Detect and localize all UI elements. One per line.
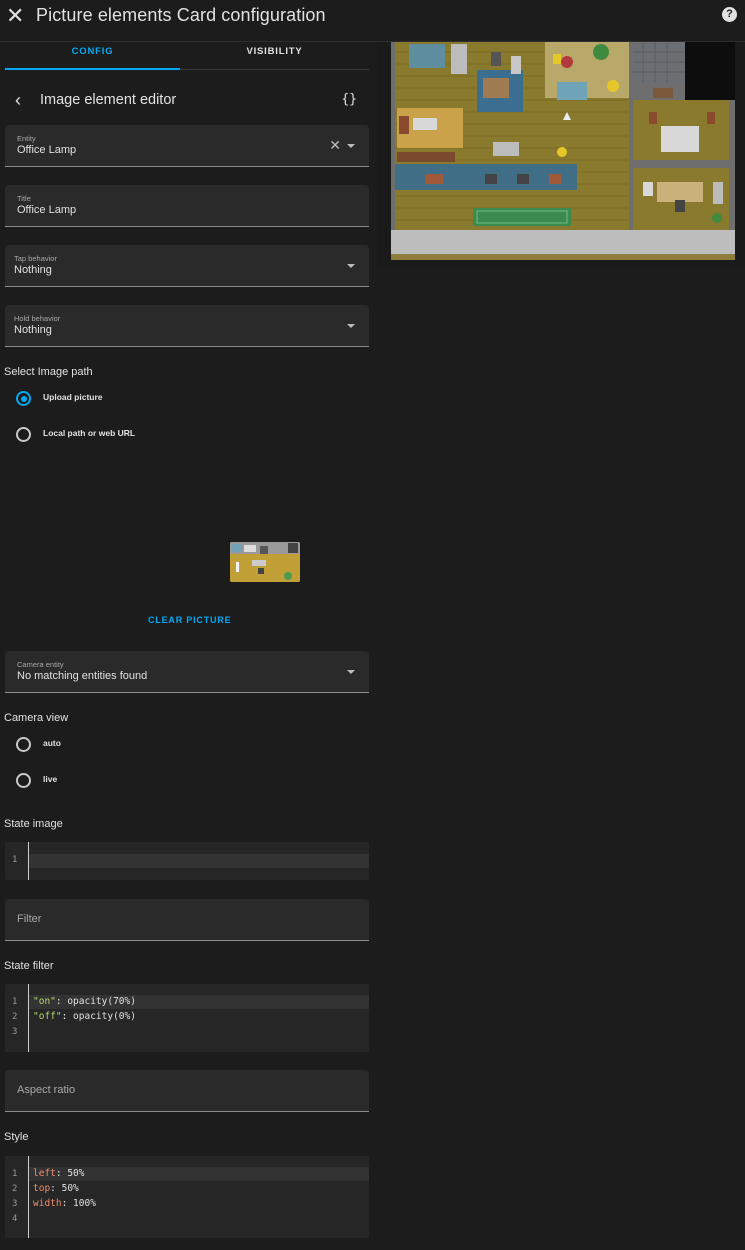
chevron-left-icon[interactable]: ‹ [15, 90, 21, 111]
camera-view-heading: Camera view [4, 712, 69, 724]
element-editor-header: ‹ Image element editor {} [5, 86, 369, 114]
hold-behavior-value: Nothing [14, 324, 52, 336]
floorplan-image [377, 42, 745, 268]
line-number: 4 [12, 1214, 18, 1224]
close-icon[interactable]: ✕ [6, 5, 24, 27]
radio-button[interactable] [16, 737, 31, 752]
active-line-highlight [29, 854, 369, 868]
radio-button[interactable] [16, 427, 31, 442]
line-number: 3 [12, 1027, 18, 1037]
state-image-heading: State image [4, 818, 63, 830]
aspect-ratio-field[interactable]: Aspect ratio [5, 1070, 369, 1112]
code-line: top: 50% [33, 1183, 79, 1194]
code-value: : 50% [50, 1183, 79, 1194]
clear-picture-button[interactable]: CLEAR PICTURE [148, 615, 231, 625]
code-editor-toggle[interactable]: {} [341, 92, 357, 107]
dropdown-arrow-icon[interactable] [347, 264, 355, 268]
uploaded-picture-thumbnail [230, 542, 300, 582]
line-number: 3 [12, 1199, 18, 1209]
state-filter-heading: State filter [4, 960, 54, 972]
aspect-ratio-placeholder: Aspect ratio [17, 1084, 76, 1096]
card-preview [377, 42, 745, 268]
code-line: left: 50% [33, 1168, 85, 1179]
top-app-bar: ✕ Picture elements Card configuration ? [0, 0, 745, 42]
line-number: 1 [12, 855, 18, 865]
help-icon[interactable]: ? [722, 7, 737, 22]
radio-label: auto [43, 738, 61, 748]
dropdown-arrow-icon[interactable] [347, 670, 355, 674]
tap-behavior-label: Tap behavior [14, 254, 57, 263]
code-key: left [33, 1168, 56, 1179]
state-image-code-editor[interactable]: 1 [5, 842, 369, 880]
code-key: "on" [33, 996, 56, 1007]
line-number: 2 [12, 1184, 18, 1194]
tab-visibility[interactable]: VISIBILITY [187, 42, 362, 70]
element-editor-title: Image element editor [40, 92, 177, 108]
style-code-editor[interactable]: 1 2 3 4 left: 50% top: 50% width: 100% [5, 1156, 369, 1238]
style-heading: Style [4, 1131, 29, 1143]
tab-bar: CONFIG VISIBILITY [5, 42, 369, 70]
camera-entity-value: No matching entities found [17, 670, 148, 682]
tab-config[interactable]: CONFIG [5, 42, 180, 70]
code-value: : opacity(0%) [61, 1011, 136, 1022]
title-field[interactable]: Title Office Lamp [5, 185, 369, 227]
hold-behavior-label: Hold behavior [14, 314, 61, 323]
radio-button[interactable] [16, 773, 31, 788]
code-key: width [33, 1198, 62, 1209]
camera-entity-label: Camera entity [17, 660, 64, 669]
code-line: "off": opacity(0%) [33, 1011, 136, 1022]
radio-label: Upload picture [43, 392, 103, 402]
entity-label: Entity [17, 134, 36, 143]
code-value: : 50% [55, 1168, 85, 1179]
code-key: top [33, 1183, 51, 1194]
entity-picker[interactable]: Entity Office Lamp ✕ [5, 125, 369, 167]
clear-icon[interactable]: ✕ [329, 137, 341, 154]
code-key: "off" [33, 1011, 62, 1022]
filter-placeholder: Filter [17, 913, 42, 925]
entity-value: Office Lamp [17, 144, 77, 156]
line-number: 2 [12, 1012, 18, 1022]
tap-behavior-value: Nothing [14, 264, 52, 276]
tap-behavior-select[interactable]: Tap behavior Nothing [5, 245, 369, 287]
dropdown-arrow-icon[interactable] [347, 324, 355, 328]
code-line: width: 100% [33, 1198, 96, 1209]
radio-label: live [43, 774, 58, 784]
camera-entity-picker[interactable]: Camera entity No matching entities found [5, 651, 369, 693]
filter-field[interactable]: Filter [5, 899, 369, 941]
line-number: 1 [12, 1169, 18, 1179]
dropdown-arrow-icon[interactable] [347, 144, 355, 148]
code-value: : 100% [61, 1198, 96, 1209]
code-value: : opacity(70%) [55, 996, 136, 1007]
title-value: Office Lamp [17, 204, 77, 216]
hold-behavior-select[interactable]: Hold behavior Nothing [5, 305, 369, 347]
radio-label: Local path or web URL [43, 428, 136, 438]
code-line: "on": opacity(70%) [33, 996, 136, 1007]
image-path-heading: Select Image path [4, 366, 93, 378]
line-number: 1 [12, 997, 18, 1007]
state-filter-code-editor[interactable]: 1 2 3 "on": opacity(70%) "off": opacity(… [5, 984, 369, 1052]
title-label: Title [17, 194, 31, 203]
dialog-title: Picture elements Card configuration [36, 5, 326, 25]
radio-button[interactable] [16, 391, 31, 406]
